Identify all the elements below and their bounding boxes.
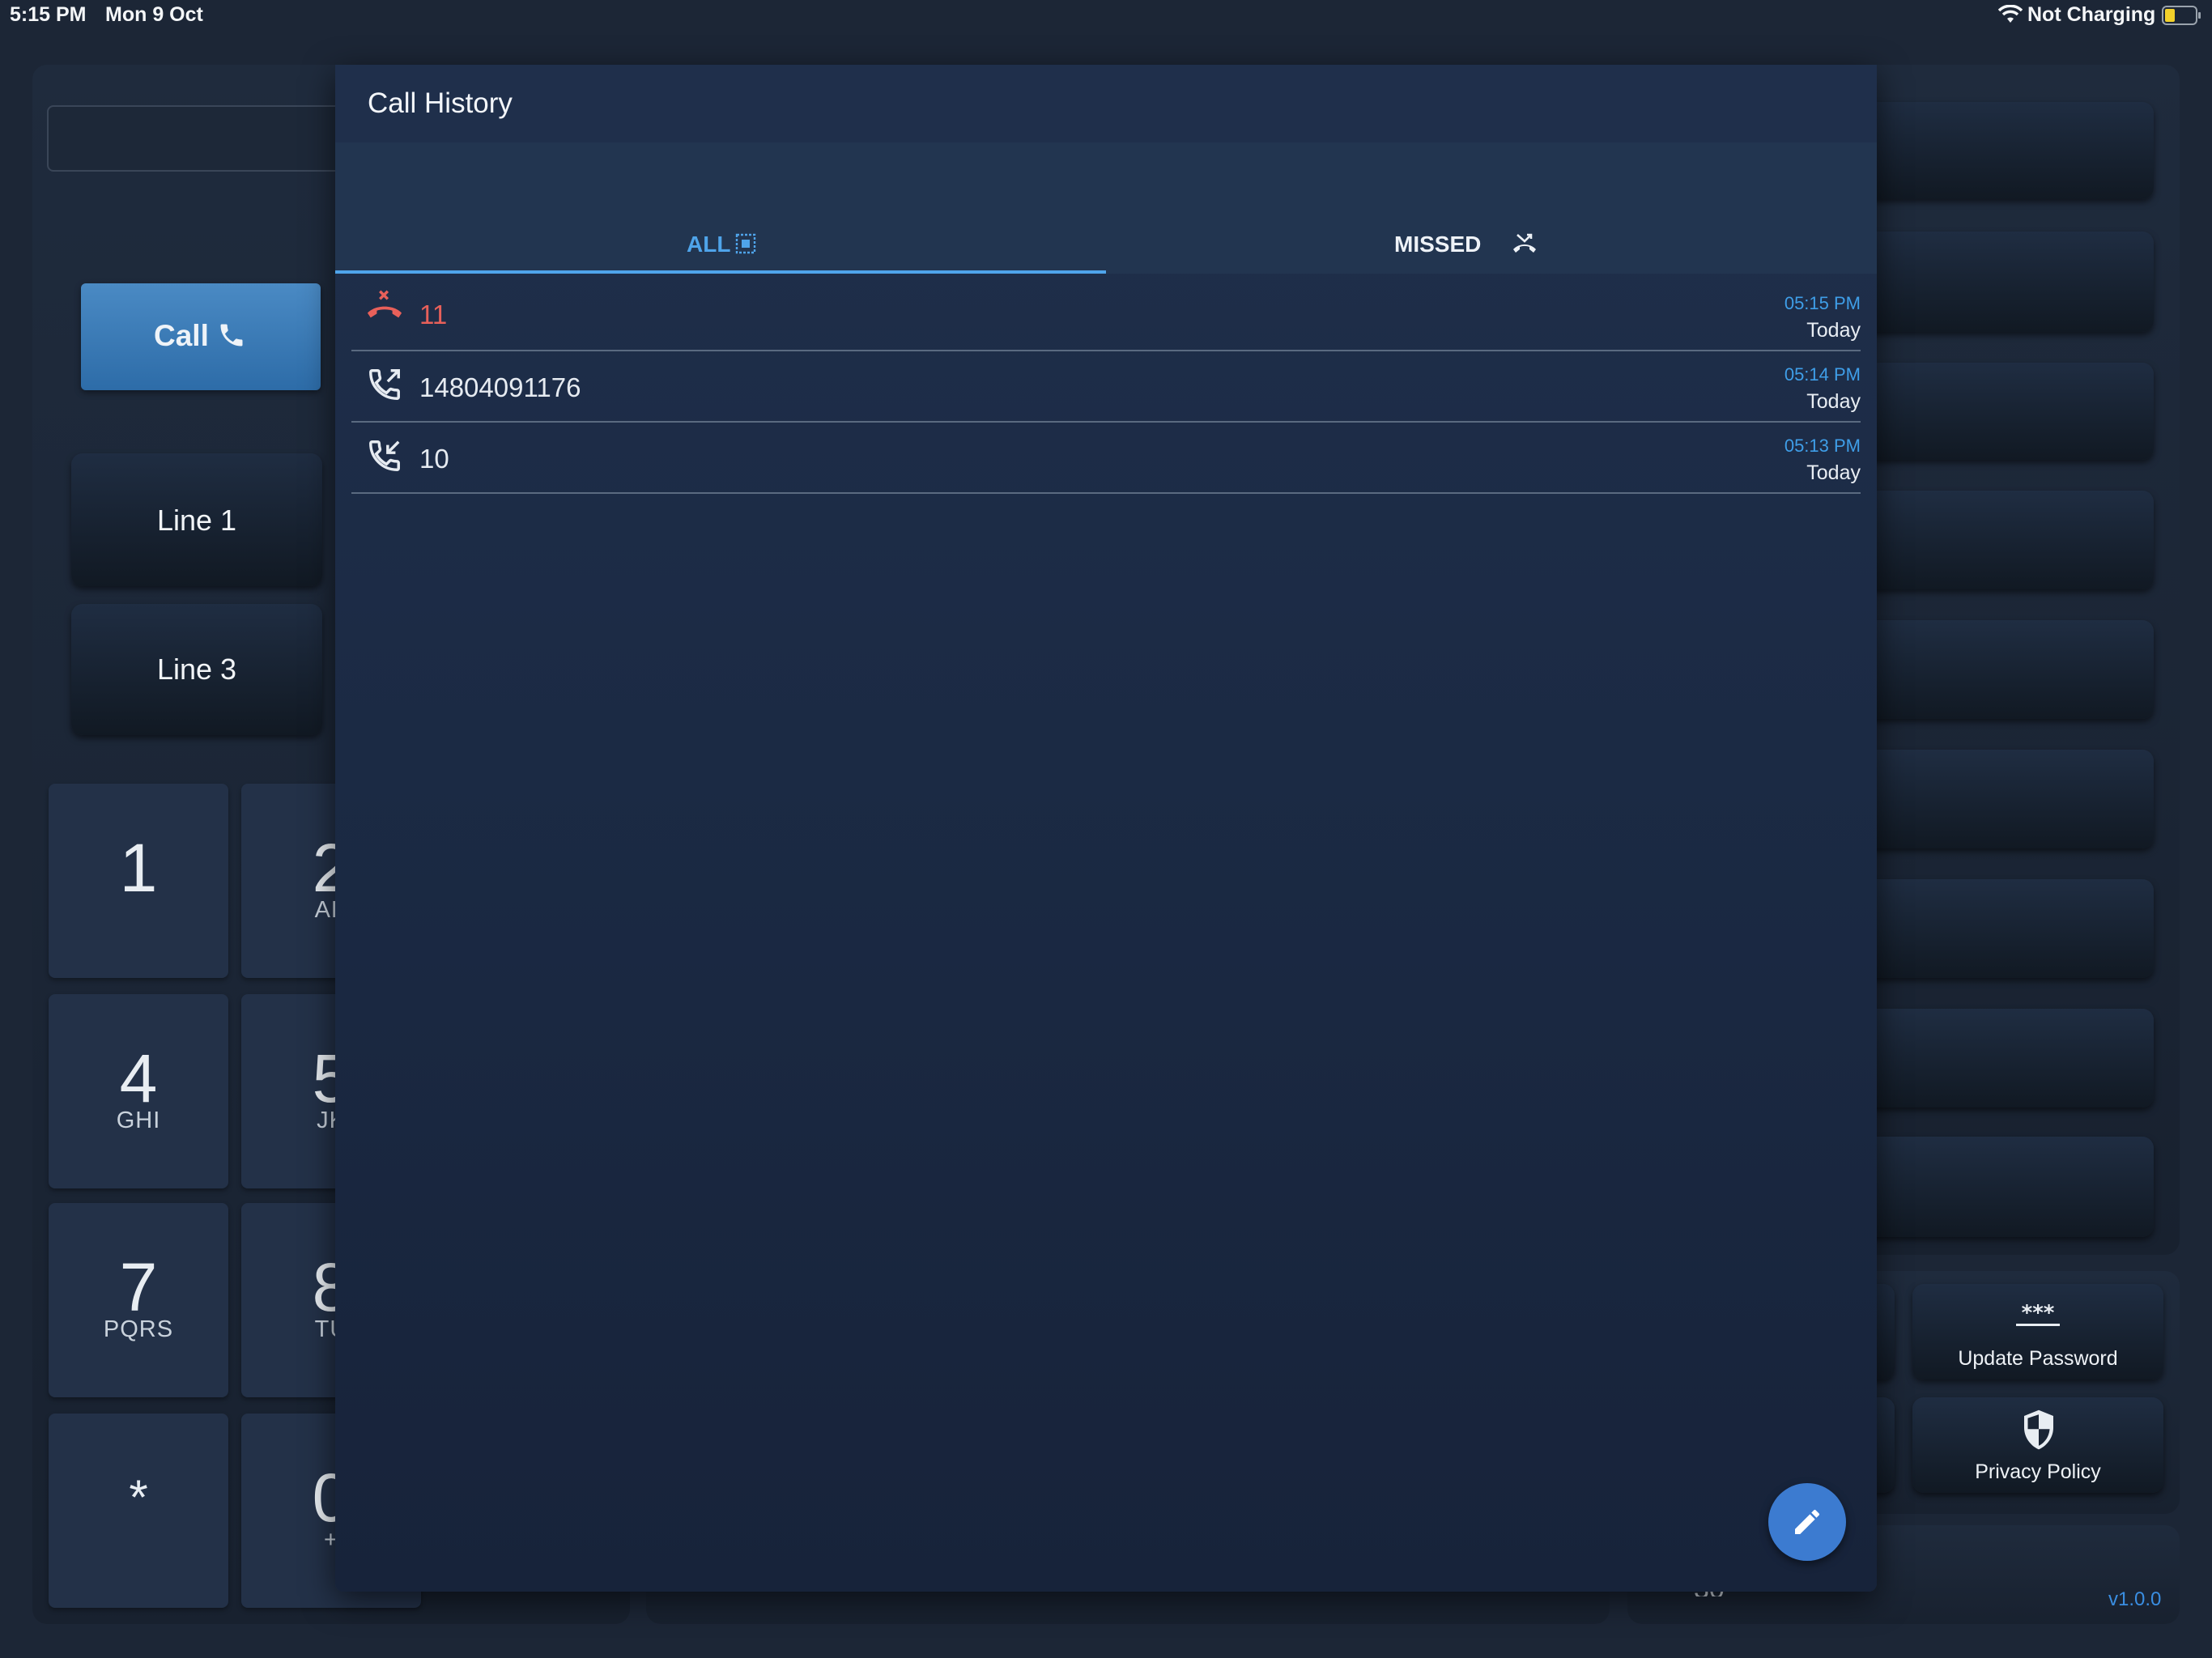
key-4[interactable]: 4 GHI: [49, 994, 228, 1188]
privacy-policy-label: Privacy Policy: [1975, 1460, 2101, 1483]
battery-status-label: Not Charging: [2027, 3, 2156, 26]
call-day: Today: [1806, 319, 1861, 342]
speed-dial-button-6[interactable]: [1854, 750, 2154, 848]
line-1-button[interactable]: Line 1: [71, 453, 322, 586]
key-star-digit: *: [129, 1470, 148, 1524]
wifi-icon: [1998, 5, 2023, 23]
phone-icon: [220, 324, 243, 346]
version-label: v1.0.0: [2108, 1588, 2162, 1610]
speed-dial-button-5[interactable]: [1854, 620, 2154, 719]
line-3-label: Line 3: [156, 653, 237, 686]
status-time: 5:15 PM: [10, 3, 87, 26]
update-password-button[interactable]: *** Update Password: [1912, 1284, 2163, 1380]
speed-dial-button-4[interactable]: [1854, 491, 2154, 589]
call-time: 05:15 PM: [1784, 293, 1861, 313]
call-day: Today: [1806, 461, 1861, 484]
call-history-dialog: Call History ALL MISSED 11 05:15 PM Toda…: [335, 65, 1877, 1592]
key-7[interactable]: 7 PQRS: [49, 1203, 228, 1397]
dialog-header: Call History: [335, 65, 1877, 142]
row-divider: [351, 492, 1861, 494]
call-number: 11: [419, 300, 448, 329]
key-7-digit: 7: [119, 1249, 158, 1325]
tab-all-indicator: [335, 270, 1106, 274]
speed-dial-button-1[interactable]: [1854, 102, 2154, 199]
password-icon: ***: [2016, 1302, 2060, 1326]
tab-all-label: ALL: [687, 232, 731, 257]
outgoing-call-icon: [369, 369, 400, 400]
tab-missed[interactable]: MISSED: [1106, 142, 1877, 274]
speed-dial-button-2[interactable]: [1854, 232, 2154, 332]
key-1[interactable]: 1: [49, 784, 228, 978]
call-number: 14804091176: [419, 372, 581, 402]
tab-all[interactable]: ALL: [335, 142, 1106, 274]
call-history-row[interactable]: 14804091176 05:14 PM Today: [335, 351, 1877, 421]
key-star[interactable]: *: [49, 1414, 228, 1608]
tab-missed-label: MISSED: [1394, 232, 1482, 257]
call-day: Today: [1806, 390, 1861, 413]
dial-input[interactable]: [47, 105, 374, 172]
speed-dial-button-8[interactable]: [1854, 1009, 2154, 1107]
speed-dial-button-3[interactable]: [1854, 363, 2154, 460]
edit-fab-button[interactable]: [1768, 1483, 1846, 1561]
pencil-icon: [1795, 1509, 1820, 1534]
tab-bar: ALL MISSED: [335, 142, 1877, 274]
call-time: 05:13 PM: [1784, 436, 1861, 456]
call-button-label: Call: [154, 319, 209, 352]
battery-icon: [2162, 6, 2201, 25]
svg-text:***: ***: [2022, 1302, 2055, 1325]
status-date: Mon 9 Oct: [105, 3, 203, 26]
call-history-row[interactable]: 10 05:13 PM Today: [335, 423, 1877, 492]
key-4-digit: 4: [119, 1040, 158, 1116]
key-4-letters: GHI: [116, 1107, 161, 1133]
call-button[interactable]: Call: [81, 283, 321, 390]
shield-icon: [2024, 1409, 2053, 1450]
all-calls-icon: [735, 233, 756, 254]
incoming-call-icon: [369, 440, 400, 471]
dialog-title: Call History: [368, 87, 513, 119]
speed-dial-button-9[interactable]: [1854, 1137, 2154, 1237]
call-number: 10: [419, 444, 449, 474]
privacy-policy-button[interactable]: Privacy Policy: [1912, 1397, 2163, 1493]
speed-dial-button-7[interactable]: [1854, 879, 2154, 978]
key-7-letters: PQRS: [103, 1316, 174, 1342]
line-1-label: Line 1: [156, 504, 237, 537]
missed-call-icon: [1513, 233, 1536, 253]
missed-call-icon: [367, 290, 402, 318]
key-1-digit: 1: [119, 830, 158, 906]
call-time: 05:14 PM: [1784, 364, 1861, 385]
update-password-label: Update Password: [1958, 1347, 2118, 1370]
call-history-row[interactable]: 11 05:15 PM Today: [335, 275, 1877, 350]
line-3-button[interactable]: Line 3: [71, 604, 322, 735]
